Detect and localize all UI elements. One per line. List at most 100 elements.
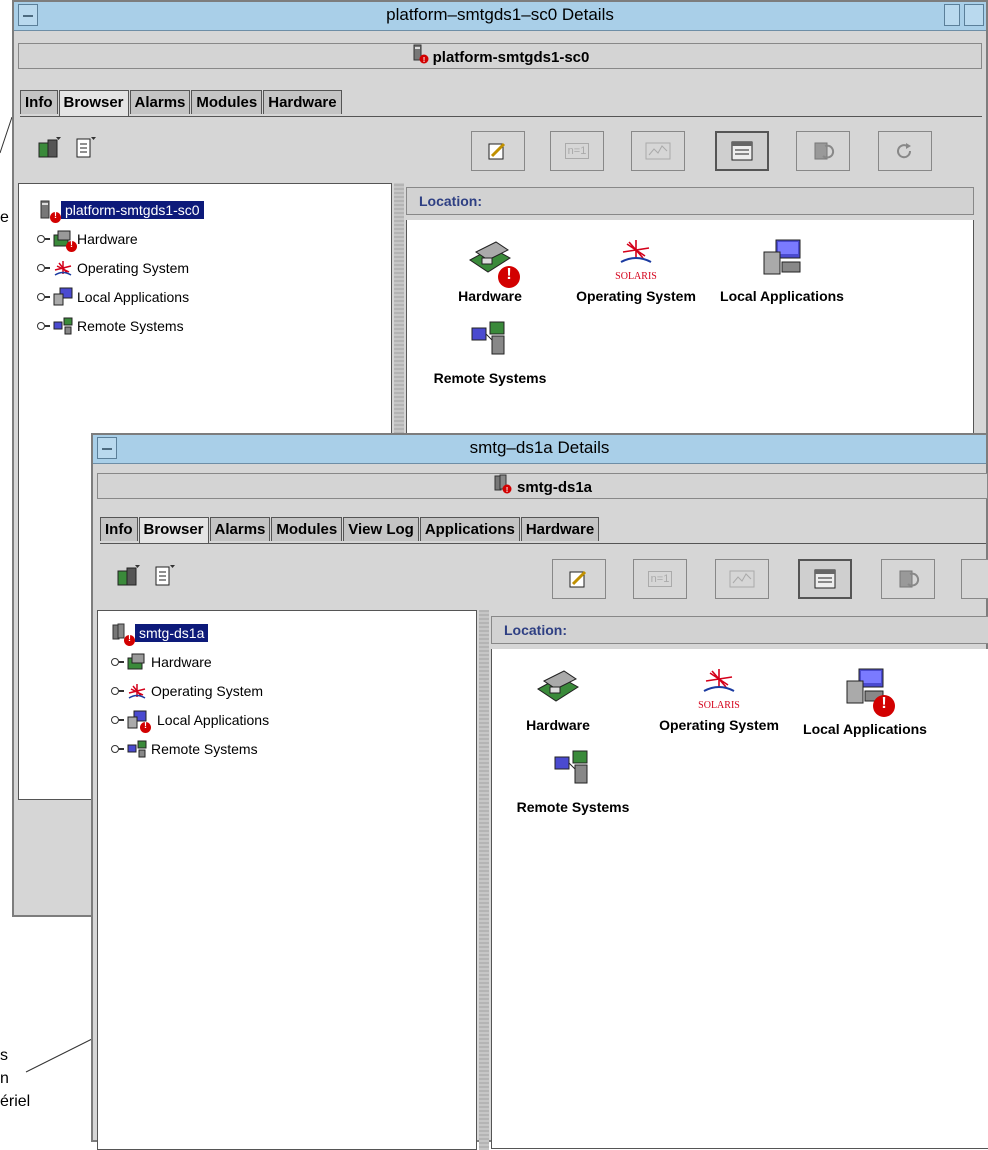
content-item-label: Remote Systems — [433, 370, 547, 386]
content-item-hardware[interactable]: Hardware — [450, 238, 530, 304]
tree-item-label: Remote Systems — [151, 740, 258, 757]
local-applications-icon — [127, 710, 151, 733]
view-hierarchy-icon[interactable] — [117, 564, 140, 586]
callout-fragment-1: e — [0, 209, 9, 226]
pane-splitter[interactable] — [479, 610, 489, 1150]
expand-toggle-icon[interactable] — [111, 685, 124, 697]
expand-toggle-icon[interactable] — [37, 262, 50, 274]
tree-root-label: smtg-ds1a — [135, 623, 209, 642]
tab-hardware[interactable]: Hardware — [520, 517, 600, 541]
tab-applications[interactable]: Applications — [419, 517, 520, 541]
tree-item[interactable]: Remote Systems — [111, 734, 269, 763]
expand-toggle-icon[interactable] — [37, 320, 50, 332]
edit-attributes-button[interactable] — [552, 559, 606, 599]
refresh-request-button[interactable] — [796, 131, 850, 171]
window-titlebar[interactable]: platform–smtgds1–sc0 Details — [14, 2, 986, 31]
view-hierarchy-icon[interactable] — [38, 136, 61, 158]
window-titlebar[interactable]: smtg–ds1a Details — [93, 435, 986, 464]
refresh-request-button[interactable] — [881, 559, 935, 599]
content-item-label: Operating System — [659, 717, 779, 733]
window-title: smtg–ds1a Details — [469, 438, 610, 457]
reload-button[interactable] — [878, 131, 932, 171]
tab-hardware[interactable]: Hardware — [263, 90, 342, 114]
host-icon: ! — [411, 44, 429, 72]
single-instance-button[interactable]: n=1 — [633, 559, 687, 599]
content-item-local-applications[interactable]: Local Applications — [708, 238, 856, 304]
expand-toggle-icon[interactable] — [111, 714, 124, 726]
graph-button[interactable] — [715, 559, 769, 599]
n1-label: n=1 — [564, 143, 590, 159]
tree-item-label: Hardware — [151, 653, 212, 670]
content-item-label: Local Applications — [803, 721, 927, 737]
svg-text:!: ! — [422, 57, 424, 64]
tree-item-label: Remote Systems — [77, 317, 184, 334]
details-view-button[interactable] — [715, 131, 769, 171]
callout-fragment-3: n — [0, 1070, 9, 1087]
content-item-remote-systems[interactable]: Remote Systems — [428, 320, 552, 386]
solaris-logo-icon: SOLARIS — [684, 667, 754, 711]
single-instance-button[interactable]: n=1 — [550, 131, 604, 171]
host-name: smtg-ds1a — [516, 478, 593, 496]
tree-root[interactable]: platform-smtgds1-sc0 — [37, 195, 204, 224]
view-list-icon[interactable] — [153, 564, 175, 586]
content-item-operating-system[interactable]: SOLARIS Operating System — [566, 238, 706, 304]
tab-info[interactable]: Info — [100, 517, 138, 541]
host-icon — [111, 623, 135, 646]
view-list-icon[interactable] — [74, 136, 96, 158]
reload-button[interactable] — [961, 559, 988, 599]
location-bar: Location: — [406, 187, 974, 215]
content-item-label: Local Applications — [720, 288, 844, 304]
solaris-logo-icon: SOLARIS — [601, 238, 671, 282]
host-icon — [37, 200, 61, 223]
window-title: platform–smtgds1–sc0 Details — [386, 5, 614, 24]
expand-toggle-icon[interactable] — [111, 656, 124, 668]
content-item-label: Remote Systems — [516, 799, 630, 815]
tree-item-label: Local Applications — [157, 711, 270, 728]
details-view-button[interactable] — [798, 559, 852, 599]
tree-item[interactable]: Operating System — [37, 253, 204, 282]
remote-systems-icon — [549, 749, 597, 793]
content-item-local-applications[interactable]: Local Applications — [790, 667, 940, 737]
callout-fragment-4: ériel — [0, 1093, 31, 1110]
hardware-icon — [534, 667, 582, 711]
hardware-icon — [466, 238, 520, 288]
tab-info[interactable]: Info — [20, 90, 58, 114]
tree-item-label: Operating System — [77, 259, 190, 276]
solaris-icon — [53, 258, 73, 278]
remote-systems-icon — [466, 320, 514, 364]
content-item-label: Hardware — [526, 717, 590, 733]
edit-attributes-button[interactable] — [471, 131, 525, 171]
remote-systems-icon — [53, 316, 73, 336]
expand-toggle-icon[interactable] — [111, 743, 124, 755]
tab-view-log[interactable]: View Log — [343, 517, 419, 541]
tree-item[interactable]: Operating System — [111, 676, 269, 705]
tab-modules[interactable]: Modules — [191, 90, 263, 114]
minimize-button[interactable] — [944, 4, 960, 26]
tab-browser[interactable]: Browser — [138, 517, 209, 543]
graph-button[interactable] — [631, 131, 685, 171]
tab-modules[interactable]: Modules — [271, 517, 343, 541]
expand-toggle-icon[interactable] — [37, 291, 50, 303]
tree-item[interactable]: Hardware — [37, 224, 204, 253]
tree-item-label: Local Applications — [77, 288, 190, 305]
expand-toggle-icon[interactable] — [37, 233, 50, 245]
content-item-remote-systems[interactable]: Remote Systems — [511, 749, 635, 815]
host-name: platform-smtgds1-sc0 — [432, 48, 590, 66]
tab-underline — [100, 543, 986, 544]
tree-root[interactable]: smtg-ds1a — [111, 618, 269, 647]
content-item-label: Operating System — [576, 288, 696, 304]
tree-item[interactable]: Hardware — [111, 647, 269, 676]
tab-alarms[interactable]: Alarms — [129, 90, 191, 114]
solaris-icon — [127, 681, 147, 701]
svg-text:!: ! — [506, 487, 508, 494]
tab-browser[interactable]: Browser — [58, 90, 129, 116]
tree-item[interactable]: Local Applications — [111, 705, 269, 734]
content-item-hardware[interactable]: Hardware — [518, 667, 598, 733]
local-applications-icon — [841, 667, 895, 717]
content-item-operating-system[interactable]: SOLARIS Operating System — [649, 667, 789, 733]
tree-item[interactable]: Local Applications — [37, 282, 204, 311]
tree-item[interactable]: Remote Systems — [37, 311, 204, 340]
maximize-button[interactable] — [964, 4, 984, 26]
tab-alarms[interactable]: Alarms — [209, 517, 271, 541]
host-header: ! smtg-ds1a — [97, 473, 988, 499]
